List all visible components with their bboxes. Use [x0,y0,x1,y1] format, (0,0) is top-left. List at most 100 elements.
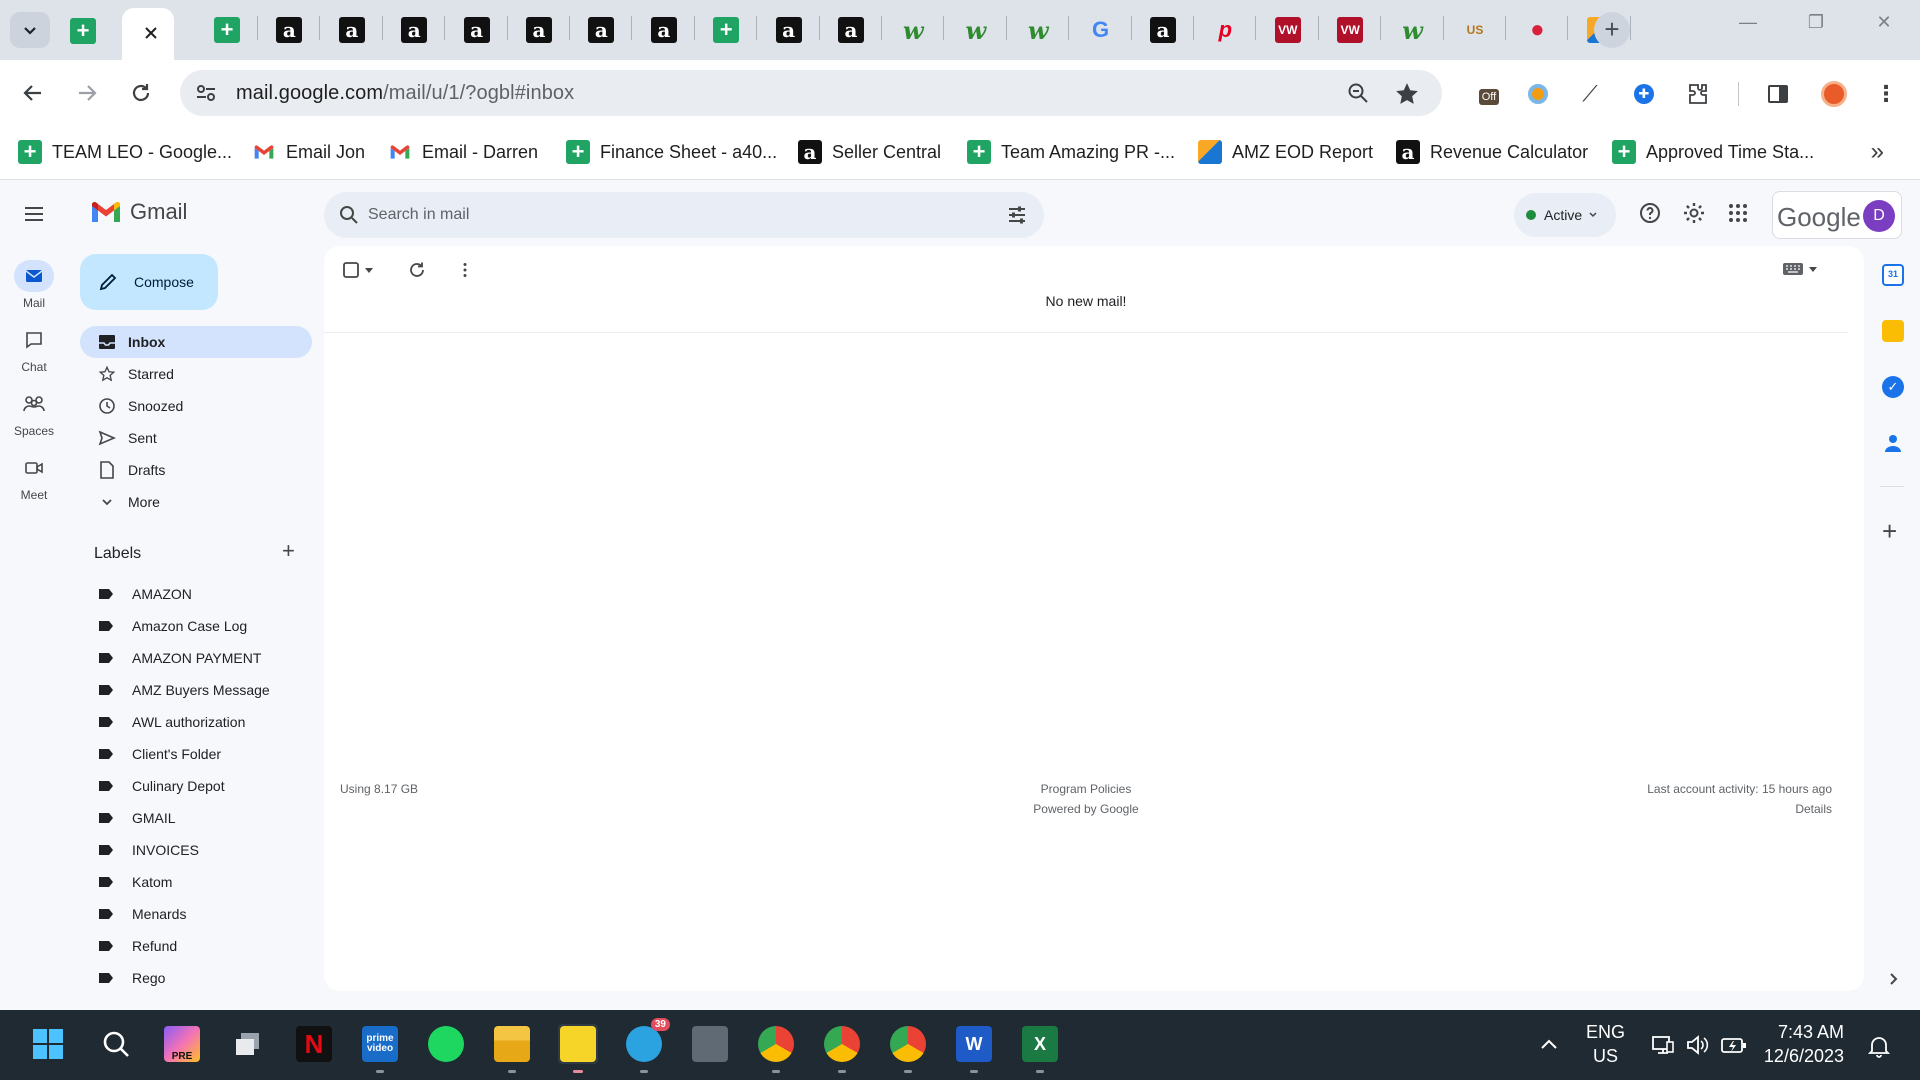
search-icon[interactable] [338,204,360,226]
site-info-icon[interactable] [194,81,218,105]
browser-tab[interactable]: a [822,0,882,60]
taskbar-chrome[interactable] [756,1024,796,1073]
browser-tab[interactable]: + [697,0,757,60]
back-button[interactable] [18,78,48,108]
browser-tab[interactable]: a [510,0,570,60]
nav-item-sent[interactable]: Sent [80,422,312,454]
main-menu-icon[interactable] [22,202,46,226]
bookmark-item[interactable]: Email - Darren [388,139,538,165]
browser-tab[interactable]: a [760,0,820,60]
side-panel-icon[interactable] [1764,80,1792,108]
close-window-button[interactable]: ✕ [1864,12,1904,33]
volume-icon[interactable] [1684,1032,1710,1058]
help-icon[interactable] [1638,201,1662,225]
nav-item-snoozed[interactable]: Snoozed [80,390,312,422]
coupon-extension-icon[interactable]: Off [1472,80,1506,108]
taskbar-task-view[interactable] [228,1024,268,1064]
browser-tab[interactable]: + [198,0,258,60]
browser-tab[interactable]: a [635,0,695,60]
more-vert-icon[interactable] [456,261,474,279]
rail-item-chat[interactable]: Chat [0,324,68,374]
browser-tab[interactable]: w [1384,0,1444,60]
input-tools-selector[interactable] [1782,262,1818,276]
zoom-icon[interactable] [1346,81,1370,105]
taskbar-chrome[interactable] [888,1024,928,1073]
label-item[interactable]: AWL authorization [80,706,312,738]
label-item[interactable]: Katom [80,866,312,898]
browser-tab[interactable]: a [448,0,508,60]
label-item[interactable]: Rego [80,962,312,994]
taskbar-excel[interactable]: X [1020,1024,1060,1073]
network-icon[interactable] [1650,1032,1676,1058]
label-item[interactable]: INVOICES [80,834,312,866]
browser-tab[interactable]: US [1446,0,1506,60]
taskbar-telegram[interactable]: 39 [624,1018,670,1073]
taskbar-windows-start[interactable] [28,1024,68,1064]
label-item[interactable]: Menards [80,898,312,930]
browser-tab[interactable]: a [385,0,445,60]
bookmark-star-icon[interactable] [1394,81,1420,107]
keep-icon[interactable] [1882,320,1904,342]
bookmark-item[interactable]: a Revenue Calculator [1396,139,1588,165]
browser-tab[interactable]: VW [1259,0,1319,60]
select-checkbox-icon[interactable] [342,261,360,279]
label-item[interactable]: Culinary Depot [80,770,312,802]
taskbar-chrome[interactable] [822,1024,862,1073]
tasks-icon[interactable]: ✓ [1882,376,1904,398]
label-item[interactable]: AMAZON PAYMENT [80,642,312,674]
nav-item-drafts[interactable]: Drafts [80,454,312,486]
chevron-up-icon[interactable] [1538,1034,1560,1056]
nav-item-starred[interactable]: Starred [80,358,312,390]
browser-tab[interactable]: w [947,0,1007,60]
address-bar[interactable]: mail.google.com/mail/u/1/?ogbl#inbox [180,70,1442,116]
browser-tab[interactable]: w [1009,0,1069,60]
reload-button[interactable] [126,78,156,108]
browser-tab[interactable]: p [1196,0,1256,60]
bookmark-item[interactable]: AMZ EOD Report [1198,139,1373,165]
browser-tab[interactable]: ● [1508,0,1568,60]
browser-tab[interactable]: G [1072,0,1132,60]
browser-tab[interactable]: a [260,0,320,60]
bookmark-item[interactable]: + Approved Time Sta... [1612,139,1814,165]
status-selector[interactable]: Active [1514,193,1616,237]
rail-item-meet[interactable]: Meet [0,452,68,502]
taskbar-sticky-notes[interactable] [558,1024,598,1073]
calendar-icon[interactable]: 31 [1882,264,1904,286]
url-text[interactable]: mail.google.com/mail/u/1/?ogbl#inbox [236,82,574,105]
settings-gear-icon[interactable] [1682,201,1706,225]
language-indicator[interactable]: ENG US [1586,1020,1625,1068]
search-bar[interactable]: Search in mail [324,192,1044,238]
browser-tab[interactable]: VW [1321,0,1381,60]
system-clock[interactable]: 7:43 AM 12/6/2023 [1764,1020,1844,1068]
taskbar-copilot-pre[interactable]: PRE [162,1024,202,1064]
restore-button[interactable]: ❐ [1796,12,1836,33]
rail-item-mail[interactable]: Mail [0,260,68,310]
bookmark-item[interactable]: + Team Amazing PR -... [967,139,1175,165]
taskbar-spotify[interactable] [426,1024,466,1064]
browser-tab[interactable]: a [323,0,383,60]
browser-menu-icon[interactable]: ⋮ [1872,80,1900,108]
apps-grid-icon[interactable] [1726,201,1750,225]
bookmark-item[interactable]: + TEAM LEO - Google... [18,139,232,165]
notification-bell-icon[interactable] [1868,1034,1890,1058]
active-tab[interactable] [122,8,174,60]
label-item[interactable]: Client's Folder [80,738,312,770]
compose-button[interactable]: Compose [80,254,218,310]
label-item[interactable]: Amazon Case Log [80,610,312,642]
label-item[interactable]: Refund [80,930,312,962]
extension-blue-icon[interactable]: ✚ [1630,80,1658,108]
sheets-icon[interactable]: + [70,18,96,44]
profile-avatar-icon[interactable] [1820,80,1848,108]
new-tab-button[interactable]: + [1594,12,1630,48]
nav-item-more[interactable]: More [80,486,312,518]
extension-orange-icon[interactable] [1524,80,1552,108]
nav-item-inbox[interactable]: Inbox [80,326,312,358]
taskbar-word[interactable]: W [954,1024,994,1073]
tab-search-button[interactable] [10,12,50,48]
extension-cursor-icon[interactable]: ⟋ [1576,80,1604,108]
activity-details-link[interactable]: Details [1795,802,1832,816]
close-icon[interactable] [142,24,160,42]
taskbar-search[interactable] [96,1024,136,1064]
program-policies-link[interactable]: Program Policies [324,782,1848,796]
battery-charging-icon[interactable] [1720,1032,1748,1058]
